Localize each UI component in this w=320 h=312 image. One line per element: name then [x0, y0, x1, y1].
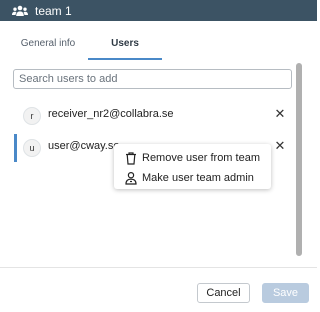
save-button[interactable]: Save: [262, 283, 309, 303]
user-row[interactable]: r receiver_nr2@collabra.se ✕: [14, 102, 290, 130]
menu-item-label: Make user team admin: [142, 172, 254, 184]
make-admin-menu-item[interactable]: Make user team admin: [124, 169, 254, 187]
close-icon[interactable]: ✕: [273, 107, 287, 121]
tab-users[interactable]: Users: [88, 36, 162, 60]
user-email: user@cway.se: [48, 140, 120, 152]
cancel-button[interactable]: Cancel: [197, 283, 250, 303]
footer-divider: [0, 267, 317, 268]
avatar: u: [23, 139, 41, 157]
user-email: receiver_nr2@collabra.se: [48, 108, 174, 120]
user-context-menu: Remove user from team Make user team adm…: [114, 144, 271, 189]
tab-bar: General info Users: [0, 36, 317, 60]
user-admin-icon: [124, 171, 138, 185]
menu-item-label: Remove user from team: [142, 152, 260, 164]
avatar: r: [23, 107, 41, 125]
scrollbar[interactable]: [296, 63, 302, 256]
tab-general-info[interactable]: General info: [10, 36, 86, 60]
remove-user-menu-item[interactable]: Remove user from team: [124, 149, 260, 167]
title-bar: team 1: [0, 0, 317, 21]
search-users-input[interactable]: Search users to add: [13, 69, 292, 89]
team-icon: [12, 5, 28, 17]
trash-icon: [124, 151, 138, 165]
close-icon[interactable]: ✕: [273, 139, 287, 153]
window-title: team 1: [35, 3, 72, 18]
active-tab-indicator: [88, 58, 162, 60]
selection-indicator: [14, 134, 17, 162]
